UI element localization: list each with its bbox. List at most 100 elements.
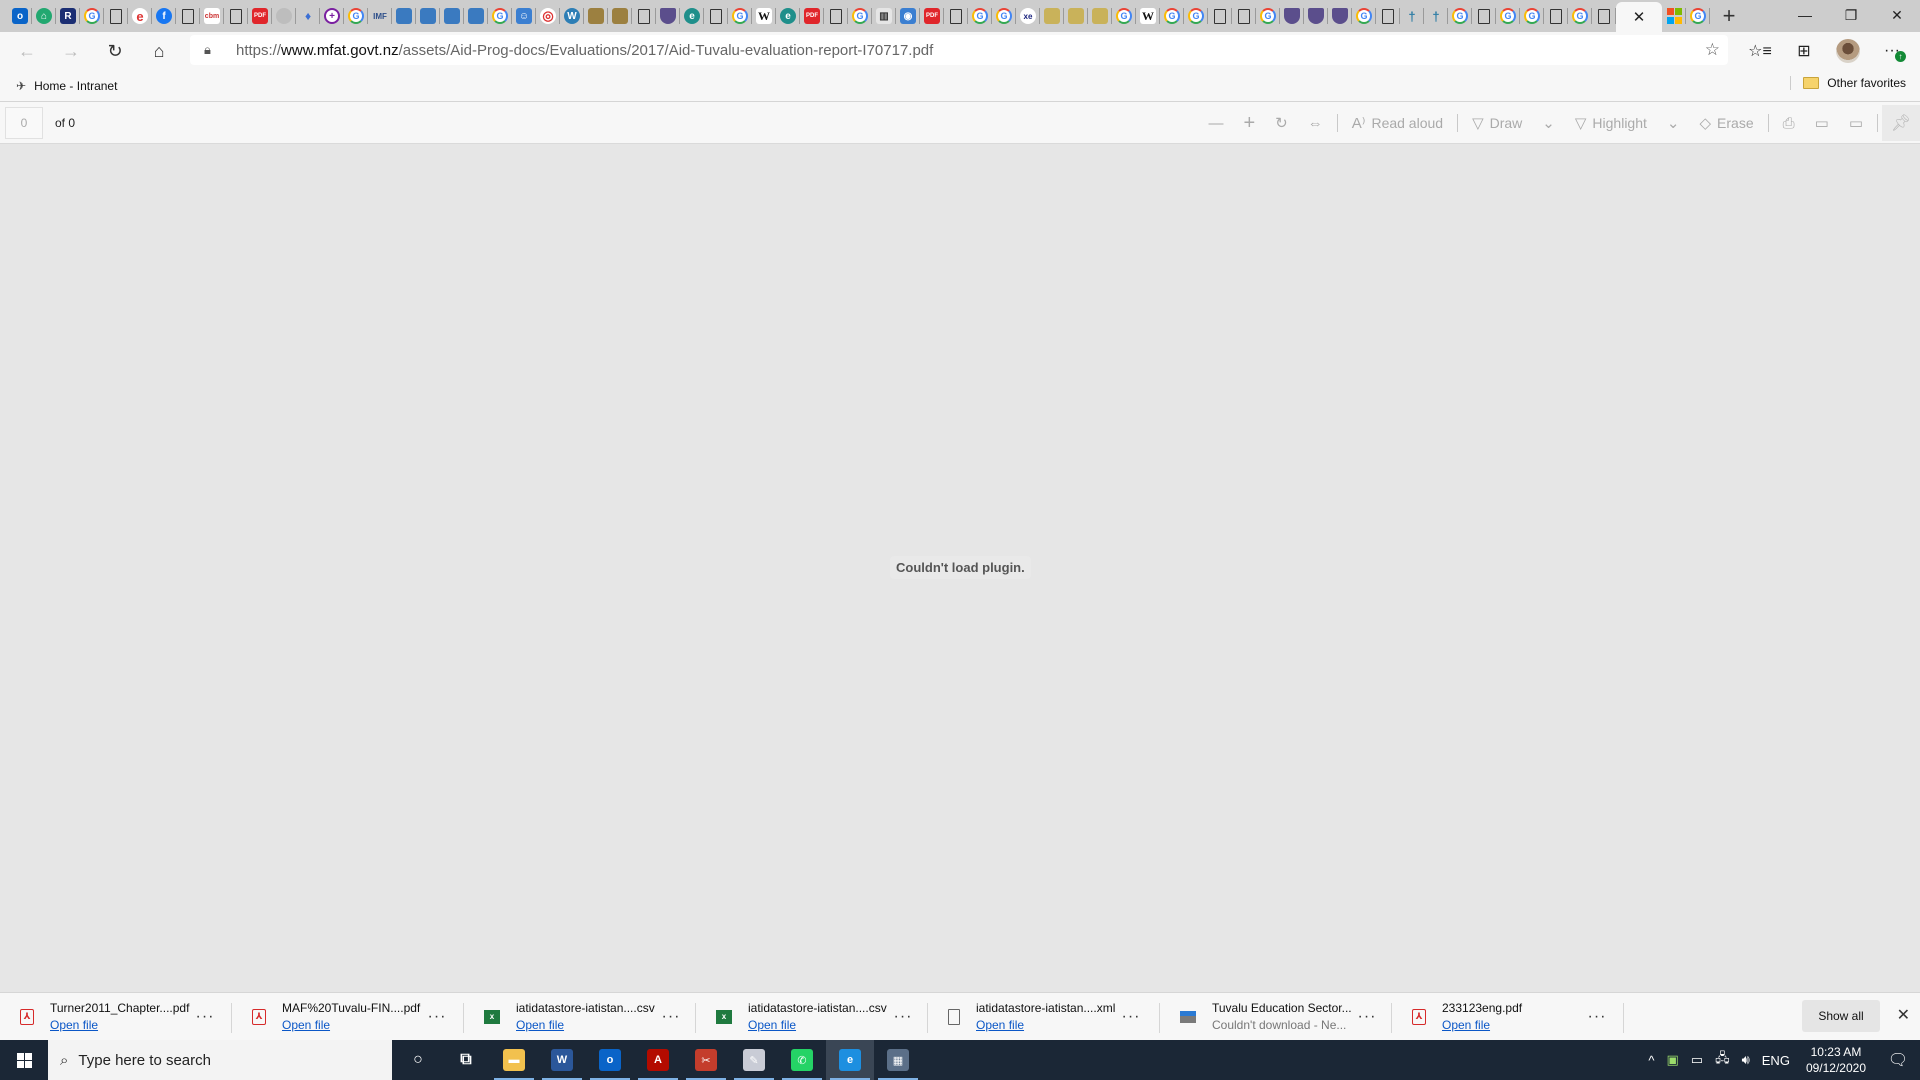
browser-tab[interactable]: ♦ [296, 0, 320, 32]
download-more-options-button[interactable]: ··· [192, 1008, 218, 1026]
download-more-options-button[interactable]: ··· [658, 1008, 684, 1026]
browser-tab[interactable]: G [1520, 0, 1544, 32]
browser-tab[interactable]: xe [1016, 0, 1040, 32]
browser-tab[interactable]: R [56, 0, 80, 32]
browser-tab[interactable]: G [968, 0, 992, 32]
browser-tab[interactable]: G [848, 0, 872, 32]
browser-tab[interactable] [1328, 0, 1352, 32]
download-item[interactable]: ⅄ Turner2011_Chapter....pdf Open file ··· [0, 997, 232, 1037]
zoom-in-button[interactable]: + [1233, 107, 1265, 139]
show-all-downloads-button[interactable]: Show all [1802, 1000, 1880, 1032]
browser-tab[interactable]: e [680, 0, 704, 32]
browser-tab[interactable] [1544, 0, 1568, 32]
draw-button[interactable]: ▽ Draw [1462, 107, 1532, 139]
home-button[interactable]: ⌂ [141, 35, 177, 67]
open-file-link[interactable]: Open file [976, 1018, 1118, 1032]
browser-tab[interactable] [1208, 0, 1232, 32]
browser-tab[interactable]: e [776, 0, 800, 32]
browser-tab[interactable]: W [1136, 0, 1160, 32]
fit-page-button[interactable]: ⇔ [1298, 107, 1333, 139]
browser-tab[interactable] [416, 0, 440, 32]
browser-tab[interactable] [272, 0, 296, 32]
clock[interactable]: 10:23 AM 09/12/2020 [1796, 1044, 1876, 1076]
taskbar-app-task-view[interactable]: ⧉ [442, 1040, 490, 1080]
browser-tab[interactable] [1280, 0, 1304, 32]
browser-tab[interactable]: W [560, 0, 584, 32]
browser-tab[interactable] [1592, 0, 1616, 32]
browser-tab[interactable]: ◎ [536, 0, 560, 32]
action-center-button[interactable]: 🗨︎ [1876, 1050, 1920, 1070]
show-hidden-icons-button[interactable]: ^ [1642, 1053, 1660, 1068]
save-as-button[interactable]: ▭ [1839, 107, 1873, 139]
browser-tab[interactable] [392, 0, 416, 32]
browser-tab[interactable] [440, 0, 464, 32]
browser-tab[interactable]: e [128, 0, 152, 32]
browser-tab[interactable]: G [1112, 0, 1136, 32]
page-number-input[interactable]: 0 [5, 106, 43, 139]
taskbar-search-box[interactable]: ⌕ Type here to search [48, 1040, 392, 1080]
download-item[interactable]: ⅄ 233123eng.pdf Open file ··· [1392, 997, 1624, 1037]
browser-tab[interactable] [176, 0, 200, 32]
pin-toolbar-button[interactable]: 📌︎ [1882, 105, 1920, 141]
browser-tab[interactable] [632, 0, 656, 32]
browser-tab[interactable]: G [1568, 0, 1592, 32]
back-button[interactable]: ← [9, 35, 45, 67]
language-indicator[interactable]: ENG [1756, 1053, 1796, 1068]
browser-tab[interactable]: G [1184, 0, 1208, 32]
browser-tab[interactable] [464, 0, 488, 32]
volume-icon[interactable]: 🔊︎ [1736, 1052, 1756, 1068]
open-file-link[interactable]: Open file [748, 1018, 890, 1032]
open-file-link[interactable]: Open file [1442, 1018, 1584, 1032]
browser-tab[interactable] [584, 0, 608, 32]
favorites-button[interactable]: ☆≡ [1742, 34, 1778, 68]
download-more-options-button[interactable]: ··· [424, 1008, 450, 1026]
browser-tab[interactable] [1040, 0, 1064, 32]
lock-icon[interactable]: 🔒︎ [204, 42, 220, 58]
refresh-button[interactable]: ↻ [97, 35, 133, 67]
browser-tab[interactable]: ◉ [896, 0, 920, 32]
browser-tab[interactable]: PDF [248, 0, 272, 32]
url-text[interactable]: https://www.mfat.govt.nz/assets/Aid-Prog… [236, 42, 933, 59]
download-more-options-button[interactable]: ··· [1118, 1008, 1144, 1026]
taskbar-app-calculator[interactable]: ▦ [874, 1040, 922, 1080]
settings-more-button[interactable]: ··· ↑ [1874, 34, 1910, 68]
browser-tab[interactable] [656, 0, 680, 32]
browser-tab[interactable]: PDF [920, 0, 944, 32]
browser-tab[interactable]: G [488, 0, 512, 32]
network-status-icon[interactable]: ▣ [1660, 1052, 1684, 1068]
browser-tab[interactable] [224, 0, 248, 32]
taskbar-app-word[interactable]: W [538, 1040, 586, 1080]
download-item[interactable]: x iatidatastore-iatistan....csv Open file ·… [696, 997, 928, 1037]
taskbar-app-cortana[interactable]: ○ [394, 1040, 442, 1080]
draw-options-dropdown[interactable]: ⌄ [1532, 107, 1565, 139]
forward-button[interactable]: → [53, 35, 89, 67]
taskbar-app-snipping-tool[interactable]: ✂ [682, 1040, 730, 1080]
browser-tab[interactable] [704, 0, 728, 32]
browser-tab[interactable] [608, 0, 632, 32]
new-tab-button[interactable]: + [1714, 0, 1744, 32]
print-button[interactable]: ⎙ [1773, 107, 1805, 139]
browser-tab[interactable] [104, 0, 128, 32]
download-more-options-button[interactable]: ··· [1584, 1008, 1610, 1026]
browser-tab[interactable]: IMF [368, 0, 392, 32]
taskbar-app-acrobat[interactable]: A [634, 1040, 682, 1080]
browser-tab[interactable]: ☺ [512, 0, 536, 32]
other-favorites[interactable]: Other favorites [1790, 76, 1906, 90]
download-item[interactable]: iatidatastore-iatistan....xml Open file ··… [928, 997, 1160, 1037]
browser-tab[interactable]: G [728, 0, 752, 32]
browser-tab[interactable]: † [1400, 0, 1424, 32]
browser-tab[interactable]: G [1352, 0, 1376, 32]
active-tab[interactable]: ✕ [1616, 2, 1662, 32]
add-favorite-star-icon[interactable]: ☆ [1705, 40, 1720, 60]
browser-tab[interactable]: † [1424, 0, 1448, 32]
taskbar-app-snip-sketch[interactable]: ✎ [730, 1040, 778, 1080]
browser-tab[interactable]: PDF [800, 0, 824, 32]
browser-tab[interactable]: cbm [200, 0, 224, 32]
browser-tab[interactable] [1088, 0, 1112, 32]
browser-tab[interactable] [1304, 0, 1328, 32]
browser-tab[interactable]: G [1160, 0, 1184, 32]
download-item[interactable]: Tuvalu Education Sector... Couldn't downl… [1160, 997, 1392, 1037]
rotate-button[interactable]: ↻ [1265, 107, 1298, 139]
browser-tab[interactable]: G [80, 0, 104, 32]
browser-tab[interactable]: G [344, 0, 368, 32]
